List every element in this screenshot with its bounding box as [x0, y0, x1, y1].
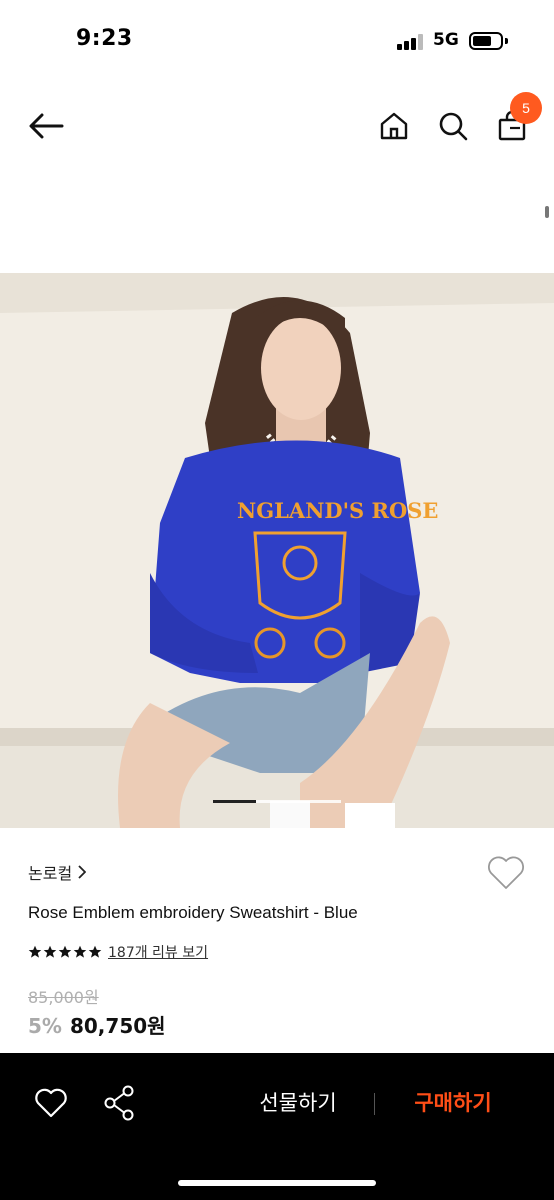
bottom-action-bar: 선물하기 구매하기: [0, 1053, 554, 1200]
star-icon: [58, 945, 72, 958]
home-icon: [380, 112, 408, 140]
star-icon: [28, 945, 42, 958]
home-button[interactable]: [372, 104, 416, 148]
buy-button[interactable]: 구매하기: [395, 1087, 511, 1117]
network-label: 5G: [433, 30, 459, 50]
product-image[interactable]: NGLAND'S ROSE: [0, 273, 554, 828]
svg-text:NGLAND'S ROSE: NGLAND'S ROSE: [237, 498, 438, 523]
home-indicator: [178, 1180, 376, 1186]
search-button[interactable]: [431, 104, 475, 148]
heart-outline-icon: [488, 856, 524, 889]
gift-button[interactable]: 선물하기: [240, 1087, 356, 1117]
star-icon: [73, 945, 87, 958]
bottom-wishlist-button[interactable]: [34, 1087, 68, 1119]
discount-rate: 5%: [28, 1014, 62, 1038]
status-time: 9:23: [76, 26, 133, 51]
battery-tip: [505, 38, 508, 44]
rating-row: 187개 리뷰 보기: [28, 942, 208, 962]
status-bar: 9:23 5G: [0, 0, 554, 84]
carousel-indicator: [213, 800, 341, 803]
product-name: Rose Emblem embroidery Sweatshirt - Blue: [28, 903, 358, 922]
heart-outline-icon: [35, 1088, 67, 1118]
brand-name: 논로컬: [28, 864, 73, 883]
share-icon: [104, 1085, 134, 1121]
signal-icon: [397, 34, 425, 50]
nav-bar: [0, 90, 554, 162]
chevron-right-icon: [78, 865, 87, 879]
button-divider: [374, 1093, 375, 1115]
sale-price: 80,750원: [69, 1014, 166, 1038]
star-icon: [88, 945, 102, 958]
wishlist-button[interactable]: [486, 855, 526, 891]
price-row: 5% 80,750원: [28, 1010, 166, 1039]
share-button[interactable]: [102, 1085, 136, 1121]
review-link[interactable]: 187개 리뷰 보기: [108, 942, 208, 962]
search-icon: [439, 112, 468, 141]
scroll-indicator: [545, 206, 549, 218]
rating-stars: [28, 945, 102, 959]
battery-icon: [469, 32, 503, 50]
product-photo: NGLAND'S ROSE: [0, 273, 554, 828]
brand-link[interactable]: 논로컬: [28, 860, 87, 884]
carousel-active-segment: [213, 800, 256, 803]
star-icon: [43, 945, 57, 958]
back-button[interactable]: [24, 104, 68, 148]
original-price: 85,000원: [28, 988, 99, 1007]
back-arrow-icon: [29, 113, 64, 139]
cart-count-badge: 5: [510, 92, 542, 124]
